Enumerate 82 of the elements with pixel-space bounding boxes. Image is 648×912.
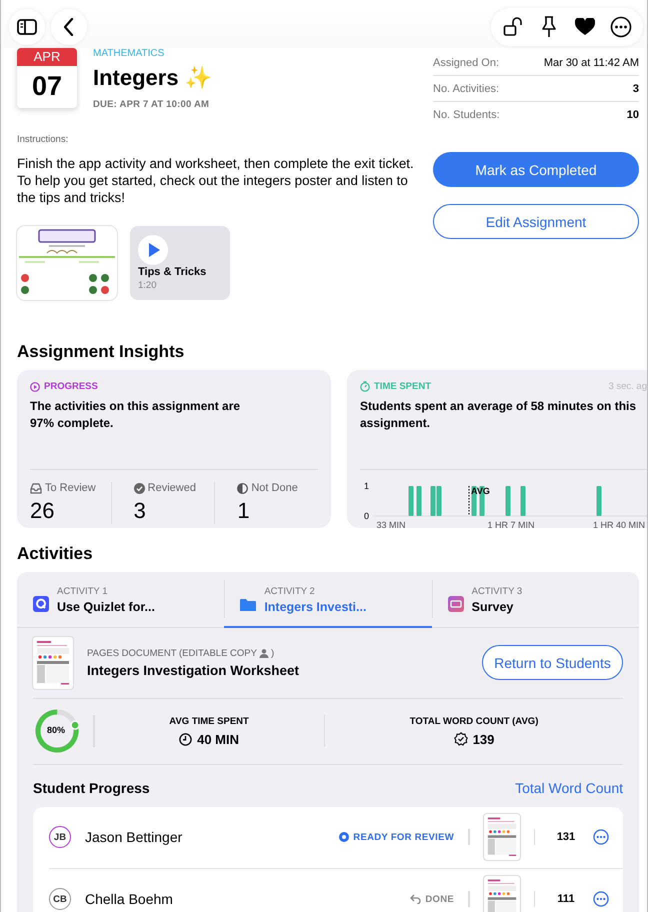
badge-check-icon (454, 732, 468, 746)
checkmark-icon (134, 482, 145, 494)
back-icon (64, 18, 74, 36)
more-icon (610, 16, 632, 38)
return-button[interactable]: Return to Students (482, 645, 623, 680)
word-count: 131 (556, 831, 576, 843)
axis-label: 1 (364, 481, 370, 491)
axis-label: 33 MIN (376, 520, 406, 528)
section-heading: Activities (17, 544, 94, 564)
completion-ring (35, 709, 79, 753)
stat-label: TOTAL WORD COUNT (AVG) (410, 716, 538, 726)
detail-label: Assigned On: (433, 56, 500, 68)
detail-label: No. Students: (433, 109, 500, 121)
play-icon (138, 235, 168, 265)
stat-value: 40 MIN (197, 732, 240, 746)
stat-label: Reviewed (148, 482, 196, 494)
stat-label: Not Done (251, 482, 298, 494)
stat-label: AVG TIME SPENT (169, 716, 249, 726)
stat-value: 3 (134, 498, 147, 524)
subject-label: MATHEMATICS (93, 48, 166, 59)
status-label: DONE (425, 894, 454, 904)
avatar: CB (49, 888, 71, 910)
word-count: 111 (556, 893, 576, 905)
updated-time: 3 sec. ag (608, 381, 647, 392)
activity-tab[interactable]: ACTIVITY 1 Use Quizlet for... (17, 572, 224, 628)
subsection-heading: Student Progress (33, 780, 150, 796)
time-summary: Students spent an average of 58 minutes on this assignment. (360, 398, 638, 432)
document-type: PAGES DOCUMENT (EDITABLE COPY (87, 648, 257, 658)
half-circle-icon (237, 482, 248, 494)
duration: 1:20 (138, 280, 158, 291)
sidebar-button[interactable] (9, 9, 45, 45)
timer-icon (360, 381, 370, 392)
complete-button[interactable]: Mark as Completed (433, 152, 639, 187)
calendar-date: APR 07 (17, 48, 77, 108)
detail-value: 10 (626, 109, 639, 121)
more-icon (593, 891, 609, 907)
heart-icon (575, 18, 595, 36)
stat-value: 26 (30, 498, 56, 524)
assignment-title: Integers ✨ (93, 65, 212, 91)
person-icon (258, 648, 269, 658)
status-icon (339, 832, 350, 842)
back-button[interactable] (51, 9, 87, 45)
completion-percent: 80% (47, 725, 66, 735)
activity-tab[interactable]: ACTIVITY 2 Integers Investi... (224, 572, 432, 628)
status-label: READY FOR REVIEW (353, 832, 454, 842)
detail-label: No. Activities: (433, 82, 500, 94)
card-label: TIME SPENT (374, 381, 432, 392)
sort-link[interactable]: Total Word Count (515, 780, 623, 796)
stat-value: 139 (472, 732, 494, 746)
student-name: Chella Boehm (85, 891, 173, 907)
audio-attachment[interactable]: Tips & Tricks 1:20 (130, 226, 230, 300)
clock-icon (179, 732, 192, 746)
app-icon (448, 596, 464, 612)
student-name: Jason Bettinger (85, 829, 182, 845)
inbox-icon (30, 482, 42, 494)
section-heading: Assignment Insights (17, 342, 186, 362)
progress-icon (30, 382, 40, 392)
axis-label: 1 HR 40 MIN (593, 520, 645, 528)
detail-value: 3 (632, 82, 639, 94)
avatar: JB (49, 826, 71, 848)
instructions-label: Instructions: (17, 134, 70, 145)
folder-icon (240, 598, 256, 612)
due-date: DUE: APR 7 AT 10:00 AM (93, 99, 210, 110)
unlock-icon (503, 17, 523, 37)
more-icon (593, 829, 609, 845)
document-type-end: ) (270, 648, 274, 658)
instructions-text: Finish the app activity and worksheet, then complete the exit ticket. To help you get started, check out the integers poster and listen to the tips and tricks! (17, 155, 415, 206)
document-title: Integers Investigation Worksheet (87, 662, 300, 678)
activity-tab[interactable]: ACTIVITY 3 Survey (432, 572, 639, 628)
axis-label: 1 HR 7 MIN (488, 520, 534, 528)
stat-label: To Review (45, 482, 96, 494)
axis-label: 0 (364, 511, 370, 521)
sidebar-icon (17, 19, 37, 35)
pin-icon (541, 16, 557, 38)
stat-value: 1 (237, 498, 251, 524)
attachment-title: Tips & Tricks (138, 266, 208, 278)
edit-button[interactable]: Edit Assignment (433, 204, 639, 239)
app-icon (33, 596, 49, 612)
detail-value: Mar 30 at 11:42 AM (544, 56, 639, 68)
card-label: PROGRESS (44, 381, 98, 392)
progress-summary: The activities on this assignment are 97% complete. (30, 398, 242, 432)
return-icon (410, 894, 422, 904)
